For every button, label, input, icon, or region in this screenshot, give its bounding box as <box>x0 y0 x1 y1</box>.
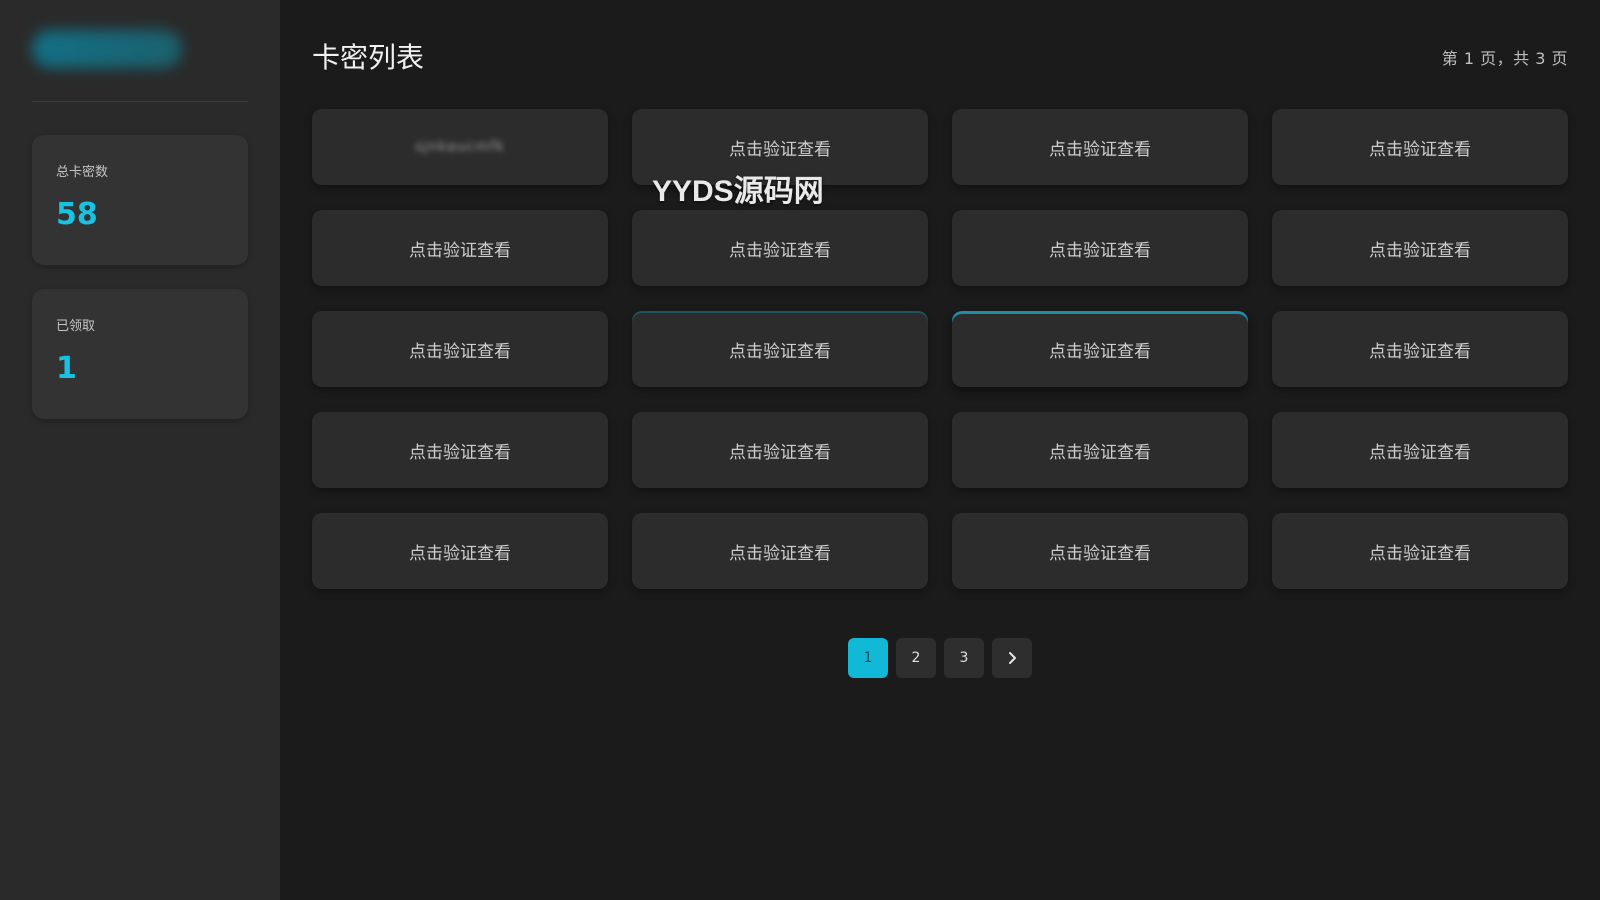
page-button-1[interactable]: 1 <box>848 638 888 678</box>
card-key[interactable]: 点击验证查看 <box>952 311 1248 387</box>
card-key[interactable]: 点击验证查看 <box>312 412 608 488</box>
card-label: 点击验证查看 <box>1369 139 1471 160</box>
stat-card-claimed: 已领取 1 <box>32 289 248 419</box>
stat-value: 58 <box>56 197 98 232</box>
card-label: 点击验证查看 <box>729 240 831 261</box>
card-label: 点击验证查看 <box>1049 442 1151 463</box>
card-label: 点击验证查看 <box>729 543 831 564</box>
card-key[interactable]: 点击验证查看 <box>632 412 928 488</box>
card-key[interactable]: 点击验证查看 <box>1272 210 1568 286</box>
card-label: 点击验证查看 <box>1049 341 1151 362</box>
card-key[interactable]: 点击验证查看 <box>1272 412 1568 488</box>
card-label: 点击验证查看 <box>1049 139 1151 160</box>
card-key[interactable]: 点击验证查看 <box>952 412 1248 488</box>
card-key[interactable]: 点击验证查看 <box>1272 311 1568 387</box>
card-grid: sjnkaucmfk 点击验证查看 点击验证查看 点击验证查看 点击验证查看 点… <box>312 109 1568 589</box>
card-key[interactable]: 点击验证查看 <box>632 109 928 185</box>
sidebar: 总卡密数 58 已领取 1 <box>0 0 280 900</box>
card-label: 点击验证查看 <box>729 341 831 362</box>
card-label: 点击验证查看 <box>1369 341 1471 362</box>
card-key[interactable]: 点击验证查看 <box>312 513 608 589</box>
page-title: 卡密列表 <box>312 41 425 74</box>
card-key[interactable]: 点击验证查看 <box>952 210 1248 286</box>
card-label: 点击验证查看 <box>1049 240 1151 261</box>
card-label: 点击验证查看 <box>409 341 511 362</box>
card-key[interactable]: 点击验证查看 <box>952 513 1248 589</box>
chevron-right-icon <box>1009 652 1016 664</box>
page-button-3[interactable]: 3 <box>944 638 984 678</box>
card-key[interactable]: 点击验证查看 <box>632 210 928 286</box>
card-key[interactable]: 点击验证查看 <box>632 311 928 387</box>
next-page-button[interactable] <box>992 638 1032 678</box>
card-label: 点击验证查看 <box>729 139 831 160</box>
card-label: 点击验证查看 <box>409 442 511 463</box>
card-key[interactable]: sjnkaucmfk <box>312 109 608 185</box>
pagination: 1 2 3 <box>848 638 1032 678</box>
app: 总卡密数 58 已领取 1 卡密列表 第 1 页，共 3 页 sjnkaucmf… <box>0 0 1600 900</box>
card-key[interactable]: 点击验证查看 <box>952 109 1248 185</box>
card-key[interactable]: 点击验证查看 <box>312 311 608 387</box>
stat-label: 已领取 <box>56 319 96 334</box>
stat-card-total: 总卡密数 58 <box>32 135 248 265</box>
card-label: 点击验证查看 <box>1049 543 1151 564</box>
main-content: 卡密列表 第 1 页，共 3 页 sjnkaucmfk 点击验证查看 点击验证查… <box>280 0 1600 900</box>
card-label: 点击验证查看 <box>1369 240 1471 261</box>
page-button-2[interactable]: 2 <box>896 638 936 678</box>
card-label: 点击验证查看 <box>729 442 831 463</box>
card-key[interactable]: 点击验证查看 <box>1272 513 1568 589</box>
card-key[interactable]: 点击验证查看 <box>1272 109 1568 185</box>
card-label: 点击验证查看 <box>1369 442 1471 463</box>
card-label: 点击验证查看 <box>1369 543 1471 564</box>
card-key[interactable]: 点击验证查看 <box>312 210 608 286</box>
page-info: 第 1 页，共 3 页 <box>1441 49 1568 68</box>
card-key[interactable]: 点击验证查看 <box>632 513 928 589</box>
stat-label: 总卡密数 <box>56 165 109 180</box>
card-label: 点击验证查看 <box>409 543 511 564</box>
card-label: 点击验证查看 <box>409 240 511 261</box>
sidebar-divider <box>32 101 248 102</box>
logo <box>32 30 182 68</box>
stat-value: 1 <box>56 351 77 386</box>
card-label: sjnkaucmfk <box>415 139 505 155</box>
